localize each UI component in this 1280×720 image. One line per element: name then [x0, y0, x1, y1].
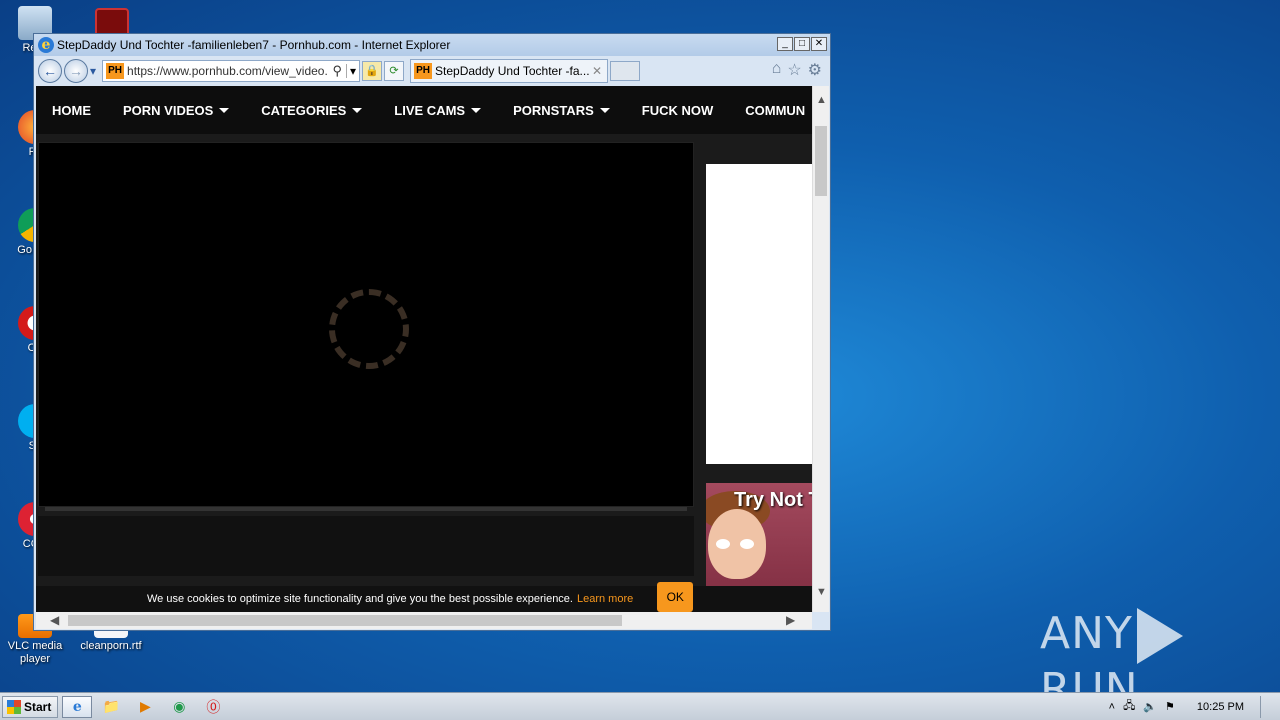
vertical-scrollbar[interactable]: ▲ ▼: [812, 86, 829, 612]
history-dropdown-icon[interactable]: ▾: [90, 64, 96, 78]
desktop-icon-label: cleanporn.rtf: [80, 640, 142, 652]
cookie-banner: We use cookies to optimize site function…: [36, 582, 812, 612]
cookie-text: We use cookies to optimize site function…: [147, 593, 573, 605]
caret-down-icon: [599, 107, 610, 113]
close-button[interactable]: ✕: [811, 37, 827, 51]
forward-button[interactable]: →: [64, 59, 88, 83]
site-menu-label: CATEGORIES: [261, 102, 347, 118]
site-favicon: PH: [106, 63, 125, 79]
ie-window: e StepDaddy Und Tochter -familienleben7 …: [33, 33, 831, 631]
tools-gear-icon[interactable]: ⚙: [808, 60, 822, 80]
maximize-button[interactable]: □: [794, 37, 810, 51]
taskbar-media-player[interactable]: ▶: [130, 696, 160, 718]
ad-text: Try Not T: [734, 489, 812, 511]
play-icon: [1136, 608, 1183, 664]
window-controls: _ □ ✕: [777, 37, 827, 51]
scroll-up-icon[interactable]: ▲: [813, 94, 830, 106]
chrome-icon: ◉: [173, 698, 186, 714]
caret-down-icon: [471, 107, 482, 113]
system-tray: ˄ 🖧 🔈 ⚑ 10:25 PM: [1109, 695, 1280, 718]
horizontal-scroll-thumb[interactable]: [68, 615, 622, 626]
site-menu-label: COMMUN: [745, 102, 806, 118]
ie-taskbar-icon: e: [72, 698, 82, 715]
ad-character-eye: [740, 539, 754, 549]
ie-logo-icon: e: [38, 37, 54, 53]
window-titlebar[interactable]: e StepDaddy Und Tochter -familienleben7 …: [34, 34, 830, 56]
clock[interactable]: 10:25 PM: [1197, 701, 1244, 713]
tray-expand-icon[interactable]: ˄: [1109, 701, 1115, 713]
site-menu-item[interactable]: LIVE CAMS: [378, 103, 497, 118]
back-button[interactable]: ←: [38, 59, 62, 83]
toolbar-icons: ⌂ ☆ ⚙: [772, 60, 822, 80]
show-desktop-button[interactable]: [1260, 695, 1274, 718]
watermark-left: ANY: [1040, 608, 1133, 659]
media-player-icon: ▶: [139, 698, 151, 714]
tab-favicon: PH: [414, 63, 433, 79]
taskbar: Start e 📁 ▶ ◉ ⓪ ˄ 🖧 🔈 ⚑ 10:25 PM: [0, 692, 1280, 720]
address-input[interactable]: https://www.pornhub.com/view_video.ph: [127, 64, 328, 78]
action-center-flag-icon[interactable]: ⚑: [1165, 700, 1175, 713]
windows-logo-icon: [7, 699, 21, 714]
start-button[interactable]: Start: [2, 695, 59, 718]
horizontal-scrollbar[interactable]: ◀ ▶: [36, 612, 812, 629]
site-menu-item[interactable]: PORNSTARS: [497, 103, 626, 118]
video-player[interactable]: [38, 142, 694, 511]
minimize-button[interactable]: _: [777, 37, 793, 51]
ad-character-eye: [716, 539, 730, 549]
site-menu-label: LIVE CAMS: [394, 102, 466, 118]
desktop-icon-label: VLC media player: [7, 640, 63, 665]
caret-down-icon: [219, 107, 230, 113]
favorites-icon[interactable]: ☆: [787, 60, 801, 80]
loading-spinner-icon: [329, 289, 409, 369]
taskbar-opera[interactable]: ⓪: [198, 696, 228, 718]
site-menu-item[interactable]: CATEGORIES: [245, 103, 378, 118]
video-info-area: [38, 516, 694, 576]
scroll-right-icon[interactable]: ▶: [786, 612, 795, 629]
navigation-bar: ← → ▾ PH https://www.pornhub.com/view_vi…: [34, 56, 830, 86]
search-icon[interactable]: ⚲: [332, 63, 342, 79]
ad-banner-blank[interactable]: [706, 164, 812, 464]
tab-current[interactable]: PH StepDaddy Und Tochter -fa... ✕: [410, 59, 609, 83]
vertical-scroll-thumb[interactable]: [815, 126, 827, 196]
cookie-ok-button[interactable]: OK: [657, 582, 694, 612]
site-menu-item[interactable]: PORN VIDEOS: [107, 103, 245, 118]
home-icon[interactable]: ⌂: [772, 60, 782, 80]
caret-down-icon: [352, 107, 363, 113]
site-menu: HOME PORN VIDEOS CATEGORIES LIVE CAMS PORNST…: [36, 86, 812, 134]
site-menu-label: HOME: [52, 102, 91, 118]
address-bar[interactable]: PH https://www.pornhub.com/view_video.ph…: [102, 60, 361, 82]
web-page: HOME PORN VIDEOS CATEGORIES LIVE CAMS PORNST…: [36, 86, 812, 612]
lock-icon[interactable]: 🔒: [362, 61, 383, 81]
start-label: Start: [24, 699, 52, 714]
site-menu-label: FUCK NOW: [641, 102, 714, 118]
site-menu-label: PORN VIDEOS: [123, 102, 214, 118]
network-icon[interactable]: 🖧: [1123, 697, 1135, 716]
site-menu-item[interactable]: COMMUN: [729, 103, 812, 118]
opera-icon: ⓪: [206, 698, 221, 715]
tab-label: StepDaddy Und Tochter -fa...: [435, 64, 590, 78]
taskbar-explorer[interactable]: 📁: [96, 696, 126, 718]
learn-more-link[interactable]: Learn more: [577, 593, 633, 605]
taskbar-chrome[interactable]: ◉: [164, 696, 194, 718]
tab-close-icon[interactable]: ✕: [592, 64, 602, 78]
site-menu-label: PORNSTARS: [513, 102, 594, 118]
site-menu-item[interactable]: HOME: [36, 103, 107, 118]
site-menu-item[interactable]: FUCK NOW: [626, 103, 730, 118]
taskbar-ie[interactable]: e: [62, 695, 93, 718]
video-progress-bar[interactable]: [45, 507, 687, 511]
new-tab-button[interactable]: [610, 61, 641, 81]
volume-icon[interactable]: 🔈: [1143, 700, 1157, 713]
window-title: StepDaddy Und Tochter -familienleben7 - …: [57, 38, 451, 52]
scroll-left-icon[interactable]: ◀: [50, 612, 59, 629]
address-dropdown-icon[interactable]: ▾: [346, 64, 359, 78]
scroll-down-icon[interactable]: ▼: [813, 586, 830, 598]
refresh-icon[interactable]: ⟳: [384, 61, 405, 81]
folder-icon: 📁: [102, 698, 121, 714]
